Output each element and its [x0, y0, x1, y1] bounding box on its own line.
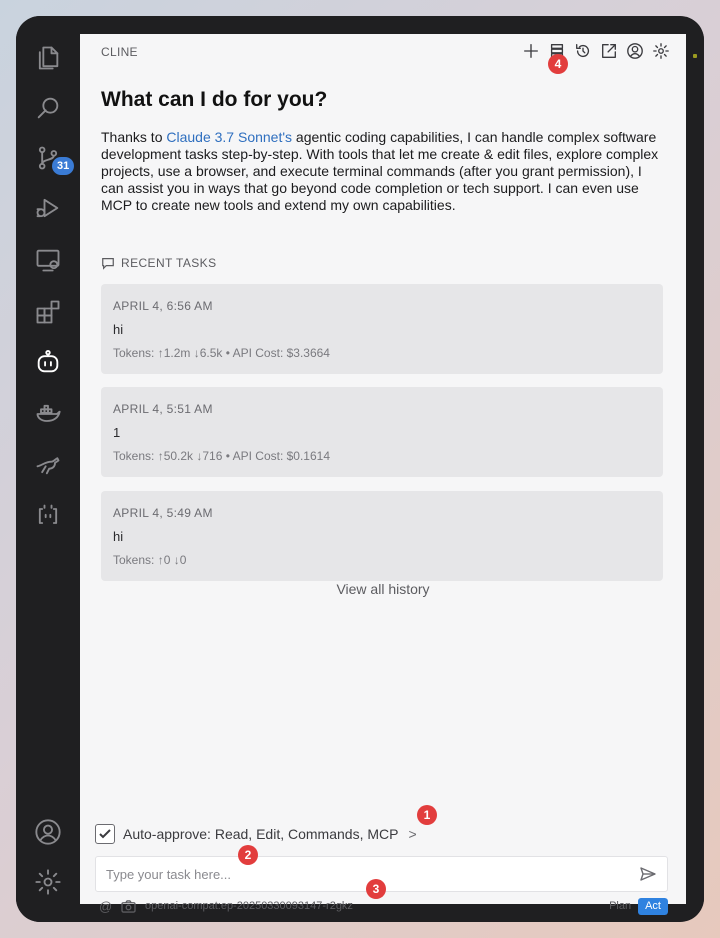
task-card[interactable]: APRIL 4, 6:56 AM hi Tokens: ↑1.2m ↓6.5k … [101, 284, 663, 374]
panel-toolbar [521, 41, 671, 61]
model-link[interactable]: Claude 3.7 Sonnet's [166, 129, 292, 145]
cline-panel: CLINE What can I do for you? Thanks to C… [80, 34, 686, 915]
task-meta: Tokens: ↑1.2m ↓6.5k • API Cost: $3.3664 [113, 346, 330, 360]
task-card[interactable]: APRIL 4, 5:49 AM hi Tokens: ↑0 ↓0 [101, 491, 663, 581]
popout-icon[interactable] [599, 41, 619, 61]
task-date: APRIL 4, 5:51 AM [113, 402, 213, 416]
annotation-marker-1: 1 [417, 805, 437, 825]
intro-text-before: Thanks to [101, 129, 167, 145]
comment-icon [102, 258, 114, 270]
camera-icon[interactable] [121, 900, 137, 914]
remote-explorer-icon[interactable] [32, 244, 64, 276]
check-icon [99, 829, 111, 839]
task-card[interactable]: APRIL 4, 5:51 AM 1 Tokens: ↑50.2k ↓716 •… [101, 387, 663, 477]
accounts-icon[interactable] [32, 816, 64, 848]
activity-bar: 31 [16, 16, 80, 922]
explorer-icon[interactable] [32, 42, 64, 74]
recent-tasks-header: RECENT TASKS [101, 256, 217, 270]
copilot-icon[interactable] [32, 500, 64, 532]
auto-approve-checkbox[interactable] [95, 824, 115, 844]
settings-icon[interactable] [651, 41, 671, 61]
recent-tasks-title: RECENT TASKS [121, 256, 217, 270]
plan-act-toggle: Plan Act [602, 898, 668, 915]
annotation-marker-3: 3 [366, 879, 386, 899]
plan-mode-button[interactable]: Plan [602, 898, 638, 915]
task-text: hi [113, 529, 124, 544]
right-edge-strip [686, 16, 704, 922]
account-icon[interactable] [625, 41, 645, 61]
chevron-right-icon[interactable]: > [408, 826, 416, 842]
task-text: hi [113, 322, 124, 337]
cline-icon[interactable] [32, 346, 64, 378]
auto-approve-label: Auto-approve: Read, Edit, Commands, MCP [123, 826, 399, 842]
status-dot [693, 54, 697, 58]
run-debug-icon[interactable] [32, 192, 64, 224]
panel-title: CLINE [101, 45, 138, 59]
kangaroo-icon[interactable] [32, 448, 64, 480]
history-icon[interactable] [573, 41, 593, 61]
model-selector[interactable]: openai-compat:ep-20250330093147-r2gkz [145, 900, 353, 912]
plus-icon[interactable] [521, 41, 541, 61]
annotation-marker-2: 2 [238, 845, 258, 865]
extensions-icon[interactable] [32, 296, 64, 328]
welcome-heading: What can I do for you? [101, 88, 328, 111]
view-all-history-link[interactable]: View all history [80, 581, 686, 597]
mention-button[interactable]: @ [99, 899, 112, 914]
act-mode-button[interactable]: Act [638, 898, 668, 915]
task-date: APRIL 4, 6:56 AM [113, 299, 213, 313]
search-icon[interactable] [32, 92, 64, 124]
send-icon[interactable] [639, 865, 659, 885]
input-footer: @ openai-compat:ep-20250330093147-r2gkz … [95, 898, 668, 916]
annotation-marker-4: 4 [548, 54, 568, 74]
task-date: APRIL 4, 5:49 AM [113, 506, 213, 520]
task-text: 1 [113, 425, 121, 440]
vscode-window: 31 CLINE What can I do for you? Thanks t… [16, 16, 704, 922]
docker-icon[interactable] [32, 398, 64, 430]
welcome-intro: Thanks to Claude 3.7 Sonnet's agentic co… [101, 129, 661, 214]
auto-approve-toggle[interactable]: Auto-approve: Read, Edit, Commands, MCP … [95, 824, 417, 844]
task-meta: Tokens: ↑0 ↓0 [113, 553, 187, 567]
source-control-badge: 31 [52, 157, 75, 175]
manage-icon[interactable] [32, 866, 64, 898]
task-meta: Tokens: ↑50.2k ↓716 • API Cost: $0.1614 [113, 449, 331, 463]
